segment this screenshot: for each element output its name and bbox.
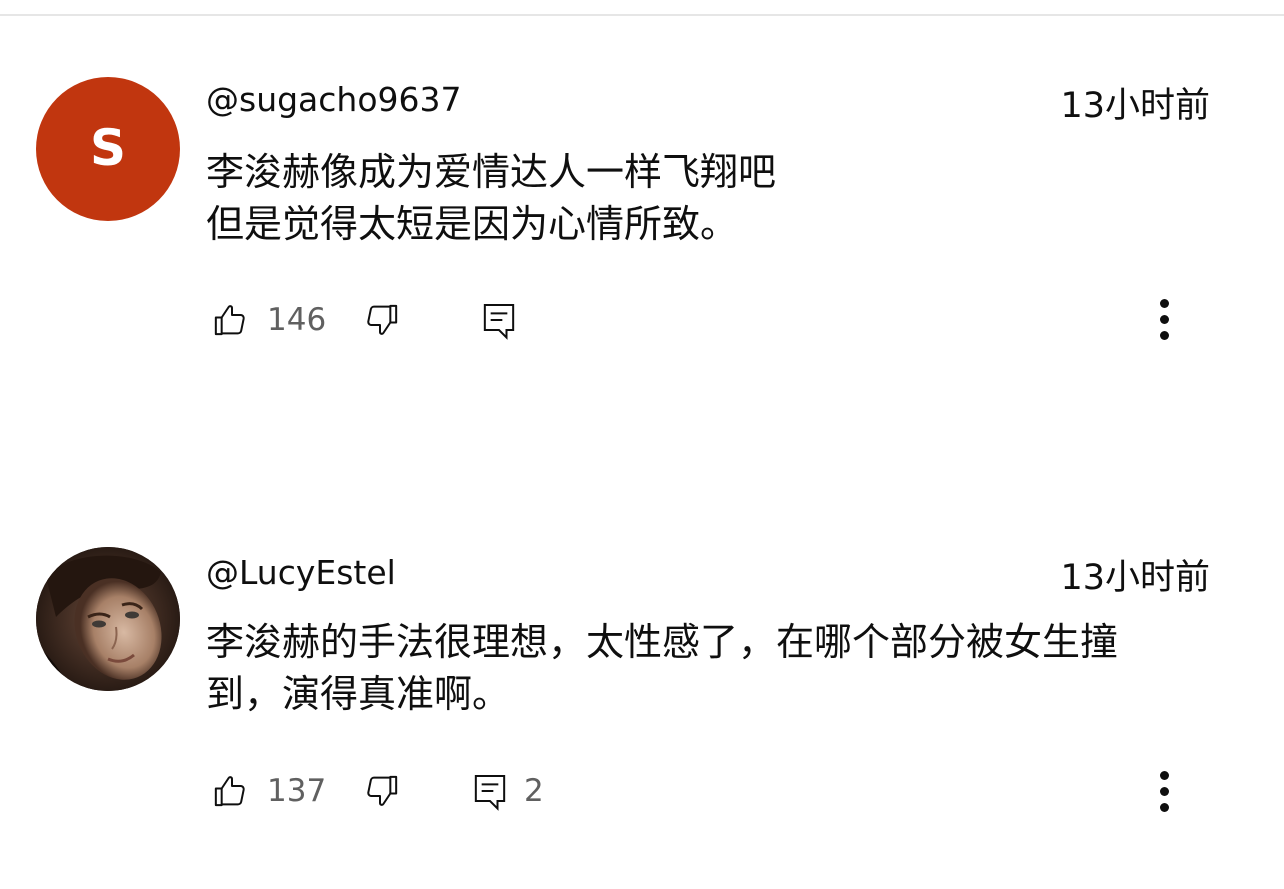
more-vertical-icon — [1159, 298, 1169, 308]
avatar[interactable] — [36, 547, 180, 691]
comment-text-line: 到，演得真准啊。 — [206, 672, 511, 716]
comment-icon — [483, 304, 515, 340]
reply-count[interactable]: 2 — [524, 766, 544, 816]
comment-timestamp: 13小时前 — [1060, 86, 1210, 126]
comment-text: 李浚赫像成为爱情达人一样飞翔吧 但是觉得太短是因为心情所致。 — [206, 146, 1216, 250]
reply-button[interactable] — [470, 766, 510, 816]
comment-timestamp: 13小时前 — [1060, 558, 1210, 598]
thumbs-down-icon — [367, 775, 398, 806]
avatar-photo — [36, 547, 180, 691]
thumbs-up-icon — [214, 776, 245, 807]
more-vertical-icon-dot — [1159, 314, 1169, 324]
more-options-button[interactable] — [1144, 766, 1184, 816]
comment-action-bar: 137 2 — [0, 766, 1284, 816]
dislike-button[interactable] — [362, 766, 402, 816]
comment-text-line: 但是觉得太短是因为心情所致。 — [206, 202, 739, 246]
thumbs-up-icon — [214, 305, 245, 336]
more-vertical-icon-dot — [1159, 802, 1169, 812]
avatar[interactable]: S — [36, 77, 180, 221]
comment-icon — [474, 775, 506, 811]
top-divider — [0, 14, 1284, 16]
like-button[interactable] — [210, 766, 250, 816]
comment-text-line: 李浚赫的手法很理想，太性感了，在哪个部分被女生撞 — [206, 620, 1119, 664]
dislike-button[interactable] — [362, 295, 402, 345]
avatar-letter: S — [89, 119, 126, 177]
comment-author[interactable]: @sugacho9637 — [206, 80, 462, 120]
like-button[interactable] — [210, 295, 250, 345]
more-vertical-icon — [1159, 770, 1169, 780]
comment-action-bar: 146 — [0, 295, 1284, 345]
like-count: 137 — [267, 773, 327, 809]
more-vertical-icon-dot — [1159, 330, 1169, 340]
comment-author[interactable]: @LucyEstel — [206, 553, 396, 593]
comment-text-line: 李浚赫像成为爱情达人一样飞翔吧 — [206, 150, 777, 194]
thumbs-down-icon — [367, 304, 398, 335]
reply-button[interactable] — [479, 295, 519, 345]
comment-text: 李浚赫的手法很理想，太性感了，在哪个部分被女生撞 到，演得真准啊。 — [206, 616, 1216, 720]
more-vertical-icon-dot — [1159, 786, 1169, 796]
like-count: 146 — [267, 302, 327, 338]
more-options-button[interactable] — [1144, 294, 1184, 344]
